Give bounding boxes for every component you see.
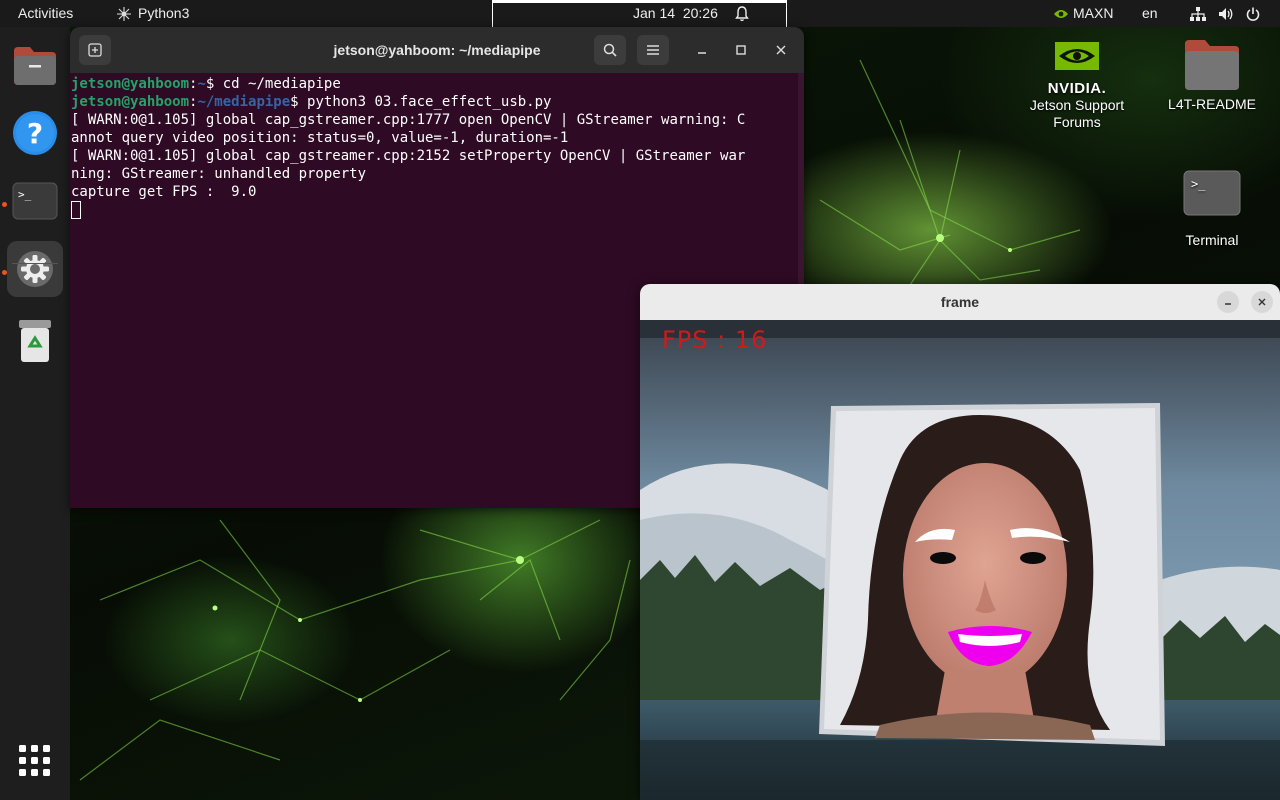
show-apps-button[interactable] [7,733,63,789]
terminal-line: jetson@yahboom:~/mediapipe$ python3 03.f… [71,94,552,110]
volume-icon [1219,7,1233,20]
dock-trash-button[interactable] [7,313,63,369]
dock-settings-button[interactable] [7,241,63,297]
app-grid-icon [19,745,50,776]
power-mode-indicator[interactable]: MAXN [1053,0,1113,27]
frame-title: frame [940,294,980,310]
screen-highlight-left [492,3,493,27]
desktop-icon-label: Terminal [1185,232,1239,248]
gear-icon [17,251,53,287]
minimize-icon [1225,303,1231,305]
camera-feed: FPS : 16 [640,320,1280,800]
folder-icon [1185,40,1239,90]
terminal-icon: >_ [12,182,58,220]
prompt-path: ~/mediapipe [197,94,291,110]
desktop-icon-l4t-readme[interactable]: L4T-README [1152,38,1272,113]
frame-minimize-button[interactable] [1217,291,1239,313]
desktop-icon-label: Jetson Support [1029,97,1125,113]
nvidia-wordmark: NVIDIA. [1047,80,1107,97]
svg-text:>_: >_ [1191,177,1206,191]
text-cursor [71,201,81,219]
close-icon [776,45,786,55]
desktop-icon-label: L4T-README [1168,96,1256,112]
svg-text:?: ? [27,117,43,150]
network-icon [1190,6,1206,21]
frame-window[interactable]: frame FPS: 16 [640,284,1280,800]
minimize-icon [698,52,706,54]
terminal-line [71,201,801,219]
nvidia-eye-icon [1054,9,1068,18]
camera-image [640,320,1280,800]
svg-text:>_: >_ [18,188,32,201]
dock: ? >_ [0,27,70,800]
trash-icon [19,320,51,362]
language-indicator[interactable]: en [1142,0,1158,27]
dock-terminal-button[interactable]: >_ [7,173,63,229]
desktop-icon-terminal[interactable]: >_ Terminal [1152,170,1272,249]
terminal-output[interactable]: jetson@yahboom:~$ cd ~/mediapipe jetson@… [71,75,801,219]
close-icon [1258,298,1266,306]
maximize-button[interactable] [725,35,757,65]
app-menu[interactable]: Python3 [116,0,189,27]
prompt-user: jetson@yahboom [71,94,190,110]
prompt-path: ~ [197,76,206,92]
clock-date: Jan 14 [633,5,676,21]
menu-button[interactable] [637,35,669,65]
nvidia-logo-icon [1055,42,1099,70]
terminal-icon: >_ [1183,170,1241,216]
search-button[interactable] [594,35,626,65]
terminal-line: ning: GStreamer: unhandled property [71,166,367,182]
frame-header[interactable]: frame [640,284,1280,320]
desktop-icon-label: Forums [1053,114,1101,130]
power-mode-label: MAXN [1073,5,1114,21]
prompt-user: jetson@yahboom [71,76,190,92]
close-button[interactable] [765,35,797,65]
terminal-line: [ WARN:0@1.105] global cap_gstreamer.cpp… [71,112,746,128]
terminal-line: annot query video position: status=0, va… [71,130,569,146]
python-app-icon [117,6,131,21]
terminal-line: jetson@yahboom:~$ cd ~/mediapipe [71,76,341,92]
command-text: cd ~/mediapipe [222,76,341,92]
dock-files-button[interactable] [7,38,63,94]
help-icon: ? [13,111,57,155]
top-bar: Activities Python3 Jan 14 20:26 MAXN en [0,0,1280,27]
desktop-icon-jetson-forums[interactable]: NVIDIA. Jetson Support Forums [1017,34,1137,131]
terminal-line: [ WARN:0@1.105] global cap_gstreamer.cpp… [71,148,746,164]
screen-highlight-right [786,3,787,27]
settings-running-indicator [2,270,7,275]
power-icon [1246,7,1260,21]
system-tray[interactable] [1190,0,1260,27]
frame-close-button[interactable] [1251,291,1273,313]
maximize-icon [736,45,746,55]
clock[interactable]: Jan 14 20:26 [633,0,718,27]
notification-bell-icon[interactable] [735,0,749,27]
activities-button[interactable]: Activities [18,0,73,27]
search-icon [603,43,617,57]
dock-help-button[interactable]: ? [7,105,63,161]
fps-overlay: FPS : 16 [662,326,768,354]
terminal-header[interactable]: jetson@yahboom: ~/mediapipe [70,27,804,73]
app-name: Python3 [138,5,190,21]
command-text: python3 03.face_effect_usb.py [307,94,552,110]
folder-icon [14,47,56,85]
dock-separator [12,263,58,264]
hamburger-menu-icon [647,45,659,55]
clock-time: 20:26 [682,5,718,21]
minimize-button[interactable] [686,35,718,65]
terminal-line: capture get FPS : 9.0 [71,184,257,200]
